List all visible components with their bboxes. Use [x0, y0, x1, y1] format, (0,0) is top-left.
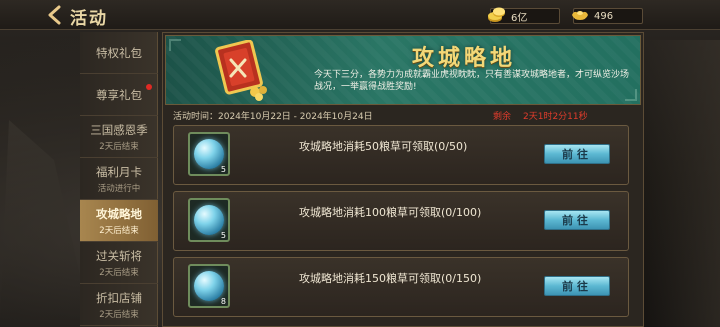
- sidebar-item-label: 尊享礼包: [96, 87, 142, 102]
- top-bar: 活动 6亿 496: [0, 0, 720, 30]
- background-right-shade: [640, 40, 720, 327]
- sidebar-item-vip-pack[interactable]: 尊享礼包: [80, 74, 158, 116]
- crystal-orb-icon: [194, 271, 224, 301]
- banner-description: 今天下三分，各势力为成就霸业虎视眈眈，只有善谋攻城略地者，才可纵览沙场战况，一举…: [314, 70, 630, 92]
- reward-count: 5: [220, 165, 226, 174]
- reward-count: 5: [220, 231, 226, 240]
- notification-dot: [146, 84, 152, 90]
- sidebar-item-discount-shop[interactable]: 折扣店铺 2天后结束: [80, 284, 158, 326]
- reward-item-slot[interactable]: 5: [188, 198, 230, 242]
- sidebar-item-label: 福利月卡: [96, 164, 142, 179]
- gold-amount: 6亿: [511, 12, 528, 24]
- sidebar-item-privilege-pack[interactable]: 特权礼包: [80, 32, 158, 74]
- banner-title: 攻城略地: [412, 46, 517, 71]
- remaining-label: 剩余: [493, 112, 512, 122]
- task-row: 5 攻城略地消耗50粮草可领取(0/50) 前往: [173, 125, 629, 185]
- sidebar-item-label: 特权礼包: [96, 45, 142, 60]
- remaining-countdown: 2天1时2分11秒: [523, 112, 588, 122]
- sidebar-item-thanksgiving[interactable]: 三国感恩季 2天后结束: [80, 116, 158, 158]
- task-row: 5 攻城略地消耗100粮草可领取(0/100) 前往: [173, 191, 629, 251]
- ingot-currency[interactable]: 496: [572, 8, 643, 24]
- corner-ornament: [169, 39, 181, 51]
- task-description: 攻城略地消耗150粮草可领取(0/150): [299, 272, 482, 285]
- task-row: 8 攻城略地消耗150粮草可领取(0/150) 前往: [173, 257, 629, 317]
- war-book-icon: [215, 40, 267, 101]
- task-description: 攻城略地消耗100粮草可领取(0/100): [299, 206, 482, 219]
- sidebar-item-pass-generals[interactable]: 过关斩将 2天后结束: [80, 242, 158, 284]
- event-time-row: 活动时间：2024年10月22日 - 2024年10月24日 剩余 2天1时2分…: [173, 109, 637, 123]
- sidebar-item-siege[interactable]: 攻城略地 2天后结束: [80, 200, 158, 242]
- task-description: 攻城略地消耗50粮草可领取(0/50): [299, 140, 468, 153]
- sidebar-item-status: 2天后结束: [99, 309, 139, 320]
- gold-coin-icon: [488, 7, 505, 22]
- sidebar-item-status: 活动进行中: [97, 183, 141, 194]
- sidebar-item-label: 三国感恩季: [90, 122, 148, 137]
- sidebar-item-status: 2天后结束: [99, 141, 139, 152]
- ingot-amount: 496: [594, 10, 614, 22]
- sidebar-item-label: 折扣店铺: [96, 290, 142, 305]
- go-button[interactable]: 前往: [544, 144, 610, 164]
- back-button[interactable]: [44, 5, 64, 25]
- gold-currency[interactable]: 6亿: [488, 7, 560, 24]
- crystal-orb-icon: [194, 139, 224, 169]
- event-banner: 攻城略地 今天下三分，各势力为成就霸业虎视眈眈，只有善谋攻城略地者，才可纵览沙场…: [165, 35, 641, 105]
- reward-count: 8: [220, 297, 226, 306]
- sidebar-item-status: 2天后结束: [99, 225, 139, 236]
- event-time-label: 活动时间：2024年10月22日 - 2024年10月24日: [173, 112, 373, 122]
- go-button[interactable]: 前往: [544, 210, 610, 230]
- go-button[interactable]: 前往: [544, 276, 610, 296]
- page-title: 活动: [70, 9, 108, 29]
- sidebar-item-label: 过关斩将: [96, 248, 142, 263]
- gold-ingot-icon: [572, 11, 588, 20]
- reward-item-slot[interactable]: 5: [188, 132, 230, 176]
- main-panel: 攻城略地 今天下三分，各势力为成就霸业虎视眈眈，只有善谋攻城略地者，才可纵览沙场…: [162, 32, 644, 327]
- sidebar-item-label: 攻城略地: [96, 206, 142, 221]
- back-arrow-icon: [48, 5, 61, 25]
- sidebar: 特权礼包 尊享礼包 三国感恩季 2天后结束 福利月卡 活动进行中 攻城略地 2天…: [80, 32, 158, 327]
- sidebar-item-status: 2天后结束: [99, 267, 139, 278]
- reward-item-slot[interactable]: 8: [188, 264, 230, 308]
- crystal-orb-icon: [194, 205, 224, 235]
- sidebar-item-monthly-card[interactable]: 福利月卡 活动进行中: [80, 158, 158, 200]
